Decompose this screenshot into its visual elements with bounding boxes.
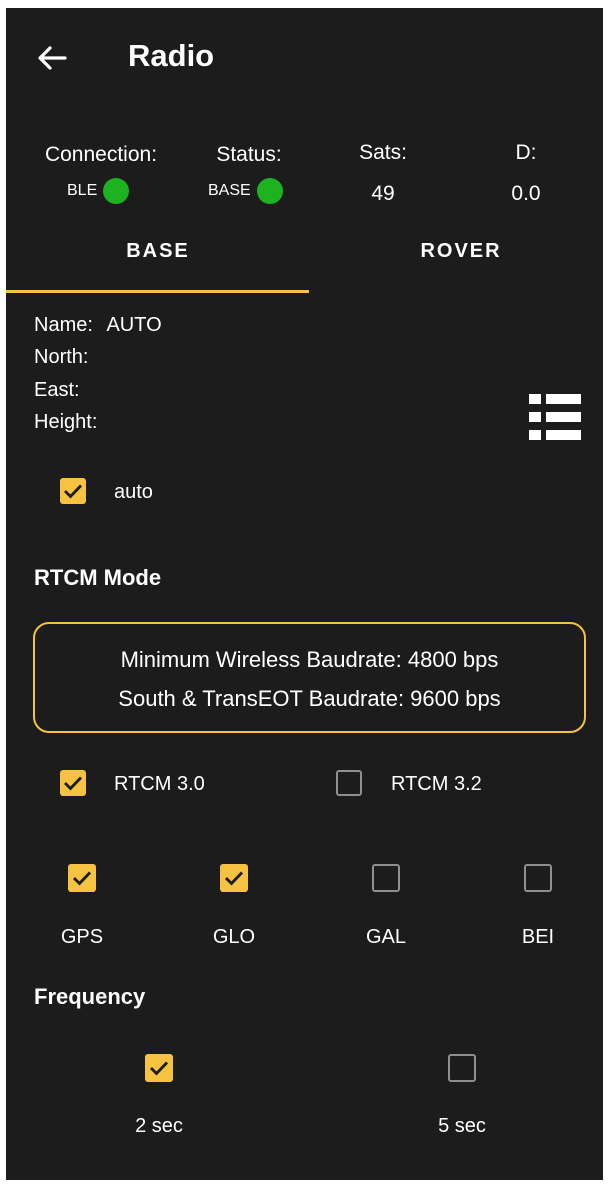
list-button[interactable] <box>529 394 581 440</box>
tab-base[interactable]: BASE <box>8 240 308 263</box>
height-label: Height: <box>34 411 98 433</box>
gal-checkbox[interactable] <box>372 864 400 892</box>
rtcm30-label: RTCM 3.0 <box>114 773 205 795</box>
tab-rover[interactable]: ROVER <box>311 240 603 263</box>
auto-label: auto <box>114 481 153 503</box>
name-value: AUTO <box>106 314 162 336</box>
rtcm32-checkbox[interactable] <box>336 770 362 796</box>
baudrate-info-box: Minimum Wireless Baudrate: 4800 bps Sout… <box>33 622 586 733</box>
d-label: D: <box>515 141 537 164</box>
east-label: East: <box>34 379 80 401</box>
check-icon <box>64 484 83 499</box>
sats-value: 49 <box>371 182 395 205</box>
freq-5sec-checkbox[interactable] <box>448 1054 476 1082</box>
status-indicator: BASE <box>208 178 283 204</box>
connection-label: Connection: <box>44 143 158 166</box>
page-title: Radio <box>128 38 215 73</box>
connection-indicator: BLE <box>67 178 130 204</box>
freq-2sec-checkbox[interactable] <box>145 1054 173 1082</box>
gps-label: GPS <box>60 926 104 948</box>
name-row: Name: AUTO <box>34 313 162 337</box>
status-label: Status: <box>216 143 282 166</box>
glo-label: GLO <box>212 926 256 948</box>
tab-selected-indicator <box>6 290 309 293</box>
frequency-heading: Frequency <box>34 984 146 1009</box>
south-transeot-baudrate: South & TransEOT Baudrate: 9600 bps <box>118 686 501 711</box>
back-button[interactable] <box>32 38 72 78</box>
name-label: Name: <box>34 314 93 336</box>
back-arrow-icon <box>38 46 67 70</box>
list-icon <box>529 394 581 440</box>
check-icon <box>225 871 244 886</box>
north-label: North: <box>34 346 89 368</box>
min-wireless-baudrate: Minimum Wireless Baudrate: 4800 bps <box>120 647 499 672</box>
radio-screen: Radio Connection: Status: Sats: D: BLE B… <box>6 8 603 1180</box>
rtcm30-checkbox[interactable] <box>60 770 86 796</box>
check-icon <box>64 776 83 791</box>
freq-2sec-label: 2 sec <box>135 1115 183 1137</box>
sats-label: Sats: <box>359 141 407 164</box>
connection-status-dot <box>103 178 130 204</box>
connection-value: BLE <box>67 182 98 199</box>
bei-checkbox[interactable] <box>524 864 552 892</box>
rtcm32-label: RTCM 3.2 <box>391 773 482 795</box>
auto-checkbox[interactable] <box>60 478 86 504</box>
rtcm-mode-heading: RTCM Mode <box>34 565 162 590</box>
bei-label: BEI <box>521 926 555 948</box>
d-value: 0.0 <box>511 182 541 205</box>
check-icon <box>150 1061 169 1076</box>
status-dot <box>256 178 283 204</box>
gps-checkbox[interactable] <box>68 864 96 892</box>
check-icon <box>73 871 92 886</box>
glo-checkbox[interactable] <box>220 864 248 892</box>
freq-5sec-label: 5 sec <box>438 1115 486 1137</box>
status-value: BASE <box>208 182 251 199</box>
gal-label: GAL <box>365 926 407 948</box>
